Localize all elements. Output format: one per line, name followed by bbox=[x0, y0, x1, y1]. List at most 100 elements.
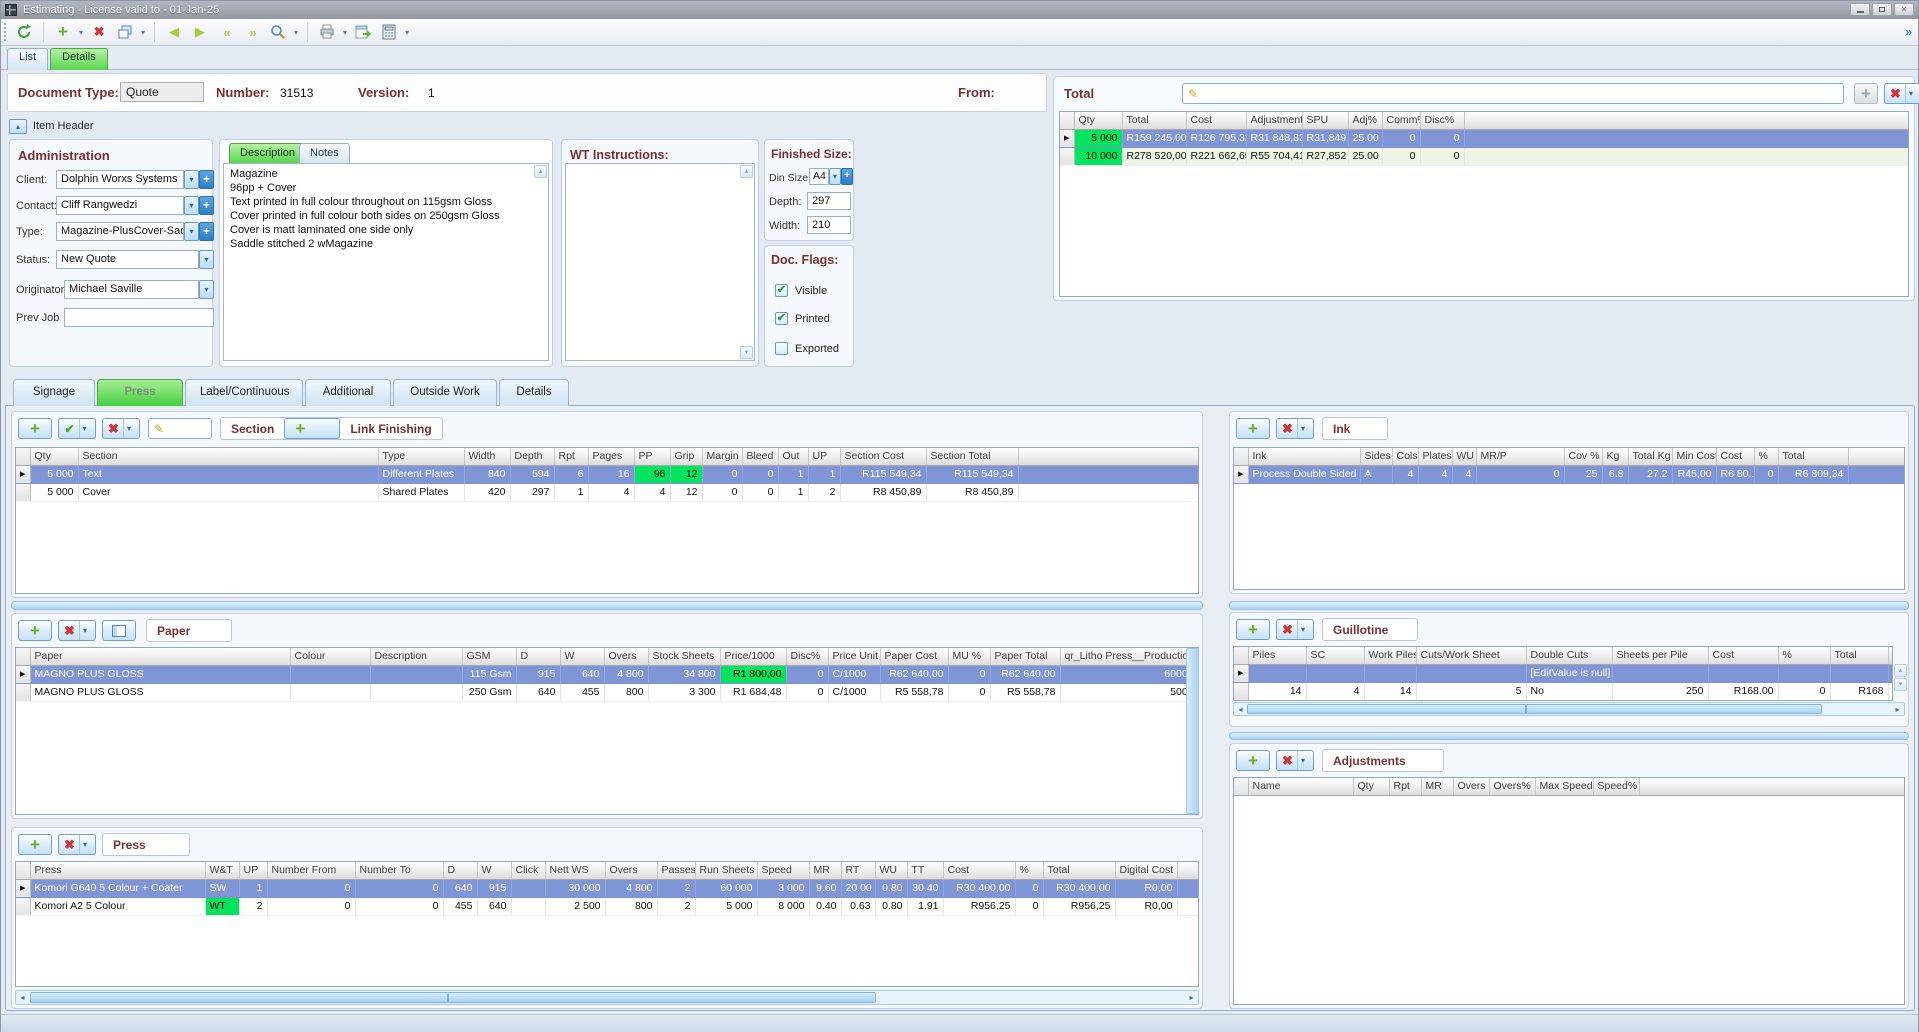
adjustments-add-button[interactable]: + bbox=[1236, 750, 1270, 771]
prev-job-field[interactable] bbox=[64, 308, 214, 327]
grid-cell[interactable]: R6 80... bbox=[1716, 465, 1754, 483]
scroll-left-icon[interactable]: ◂ bbox=[16, 991, 29, 1004]
column-header[interactable]: D bbox=[516, 648, 560, 665]
status-combo[interactable]: New Quote bbox=[56, 250, 199, 269]
grid-cell[interactable]: 27.2 bbox=[1628, 465, 1672, 483]
column-header[interactable]: Speed bbox=[757, 862, 809, 879]
grid-cell[interactable]: Cover bbox=[78, 483, 378, 501]
client-dropdown-icon[interactable]: ▾ bbox=[184, 170, 199, 189]
status-dropdown-icon[interactable]: ▾ bbox=[199, 250, 214, 269]
grid-cell[interactable]: 640 bbox=[516, 683, 560, 701]
grid-cell[interactable] bbox=[370, 665, 462, 683]
delete-icon[interactable]: ✖ bbox=[87, 21, 111, 43]
grid-cell[interactable]: 0 bbox=[786, 665, 828, 683]
grid-cell[interactable]: Komori G640 5 Colour + Coater bbox=[30, 879, 205, 897]
minimize-button[interactable] bbox=[1850, 3, 1870, 16]
grid-cell[interactable]: 1 bbox=[808, 465, 840, 483]
tab-list[interactable]: List bbox=[7, 48, 48, 70]
grid-cell[interactable]: 4 bbox=[1452, 465, 1476, 483]
grid-cell[interactable]: R956,25 bbox=[1043, 897, 1115, 915]
grid-cell[interactable]: SW bbox=[205, 879, 239, 897]
grid-cell[interactable]: R115 549,34 bbox=[926, 465, 1018, 483]
grid-cell[interactable]: 14 bbox=[1364, 682, 1416, 700]
column-header[interactable]: Max Speed bbox=[1535, 778, 1593, 795]
column-header[interactable]: Number To bbox=[355, 862, 443, 879]
grid-cell[interactable]: Text bbox=[78, 465, 378, 483]
grid-cell[interactable]: R62 640,00 bbox=[990, 665, 1060, 683]
document-type-field[interactable]: Quote bbox=[120, 82, 204, 102]
table-row[interactable]: ▶5 000R159 245,00R126 795,32R31 848,83R3… bbox=[1060, 129, 1908, 147]
section-delete-button[interactable]: ✖▾ bbox=[102, 418, 140, 439]
grid-cell[interactable]: 4 bbox=[1418, 465, 1452, 483]
column-header[interactable]: Total bbox=[1830, 647, 1888, 664]
column-header[interactable]: SC bbox=[1306, 647, 1364, 664]
grid-cell[interactable]: 0 bbox=[1382, 147, 1420, 165]
contact-combo[interactable]: Cliff Rangwedzi bbox=[56, 196, 184, 215]
grid-cell[interactable]: 640 bbox=[560, 665, 604, 683]
column-header[interactable]: Grip bbox=[670, 448, 702, 465]
column-header[interactable]: WU bbox=[1452, 448, 1476, 465]
column-header[interactable]: Rpt bbox=[554, 448, 588, 465]
column-header[interactable]: Description bbox=[370, 648, 462, 665]
grid-cell[interactable]: 0 bbox=[702, 465, 742, 483]
copy-dropdown-icon[interactable]: ▾ bbox=[138, 28, 148, 37]
grid-cell[interactable]: R30 400,00 bbox=[1043, 879, 1115, 897]
ink-guillotine-splitter[interactable] bbox=[1229, 601, 1909, 610]
paper-columns-button[interactable] bbox=[102, 620, 136, 641]
grid-cell[interactable]: 6.8 bbox=[1602, 465, 1628, 483]
grid-cell[interactable]: R27,852 bbox=[1302, 147, 1348, 165]
grid-cell[interactable]: 0 bbox=[742, 483, 778, 501]
export-icon[interactable] bbox=[351, 21, 375, 43]
grid-cell[interactable]: 915 bbox=[477, 879, 511, 897]
grid-cell[interactable]: 0.80 bbox=[875, 879, 907, 897]
column-header[interactable]: Depth bbox=[510, 448, 554, 465]
column-header[interactable]: MR bbox=[809, 862, 841, 879]
ink-delete-button[interactable]: ✖▾ bbox=[1276, 418, 1314, 439]
column-header[interactable]: TT bbox=[907, 862, 943, 879]
grid-cell[interactable]: 3 000 bbox=[757, 879, 809, 897]
grid-cell[interactable]: R0,00 bbox=[1115, 897, 1177, 915]
total-edit-field[interactable]: ✎ bbox=[1182, 83, 1844, 104]
column-header[interactable]: GSM bbox=[462, 648, 516, 665]
print-icon[interactable] bbox=[315, 21, 339, 43]
column-header[interactable]: Section Total bbox=[926, 448, 1018, 465]
nav-rewind-icon[interactable]: « bbox=[214, 21, 238, 43]
grid-cell[interactable]: MAGNO PLUS GLOSS bbox=[30, 665, 290, 683]
add-dropdown-icon[interactable]: ▾ bbox=[76, 28, 86, 37]
guillotine-add-button[interactable]: + bbox=[1236, 619, 1270, 640]
column-header[interactable]: Piles bbox=[1248, 647, 1306, 664]
column-header[interactable]: Digital Cost bbox=[1115, 862, 1177, 879]
grid-cell[interactable]: No bbox=[1526, 682, 1612, 700]
grid-cell[interactable] bbox=[370, 683, 462, 701]
grid-cell[interactable]: 0 bbox=[742, 465, 778, 483]
column-header[interactable]: Total bbox=[1043, 862, 1115, 879]
din-size-combo[interactable]: A4 bbox=[809, 168, 829, 185]
column-header[interactable]: Overs% bbox=[1489, 778, 1535, 795]
column-header[interactable]: Bleed bbox=[742, 448, 778, 465]
column-header[interactable]: Double Cuts bbox=[1526, 647, 1612, 664]
tab-signage[interactable]: Signage bbox=[13, 379, 95, 406]
contact-dropdown-icon[interactable]: ▾ bbox=[184, 196, 199, 215]
grid-cell[interactable] bbox=[1612, 664, 1708, 682]
grid-cell[interactable]: 4 bbox=[588, 483, 634, 501]
grid-cell[interactable]: 5 000 bbox=[30, 465, 78, 483]
grid-cell[interactable] bbox=[1708, 664, 1778, 682]
column-header[interactable]: RT bbox=[841, 862, 875, 879]
grid-cell[interactable]: 0 bbox=[948, 683, 990, 701]
column-header[interactable]: Type bbox=[378, 448, 464, 465]
grid-cell[interactable]: C/1000 bbox=[828, 665, 880, 683]
calculator-icon[interactable] bbox=[377, 21, 401, 43]
table-row[interactable]: MAGNO PLUS GLOSS250 Gsm6404558003 300R1 … bbox=[16, 683, 1198, 701]
grid-cell[interactable]: 2 bbox=[657, 879, 695, 897]
column-header[interactable]: % bbox=[1015, 862, 1043, 879]
press-add-button[interactable]: + bbox=[18, 834, 52, 855]
grid-cell[interactable]: 9.60 bbox=[809, 879, 841, 897]
grid-cell[interactable]: R168 bbox=[1830, 682, 1888, 700]
grid-cell[interactable]: 840 bbox=[464, 465, 510, 483]
column-header[interactable]: MR bbox=[1421, 778, 1453, 795]
column-header[interactable]: Adj% bbox=[1348, 112, 1382, 129]
grid-cell[interactable]: 0.80 bbox=[875, 897, 907, 915]
grid-cell[interactable]: 4 bbox=[1392, 465, 1418, 483]
grid-cell[interactable]: 0 bbox=[1015, 879, 1043, 897]
grid-cell[interactable]: 34 800 bbox=[648, 665, 720, 683]
